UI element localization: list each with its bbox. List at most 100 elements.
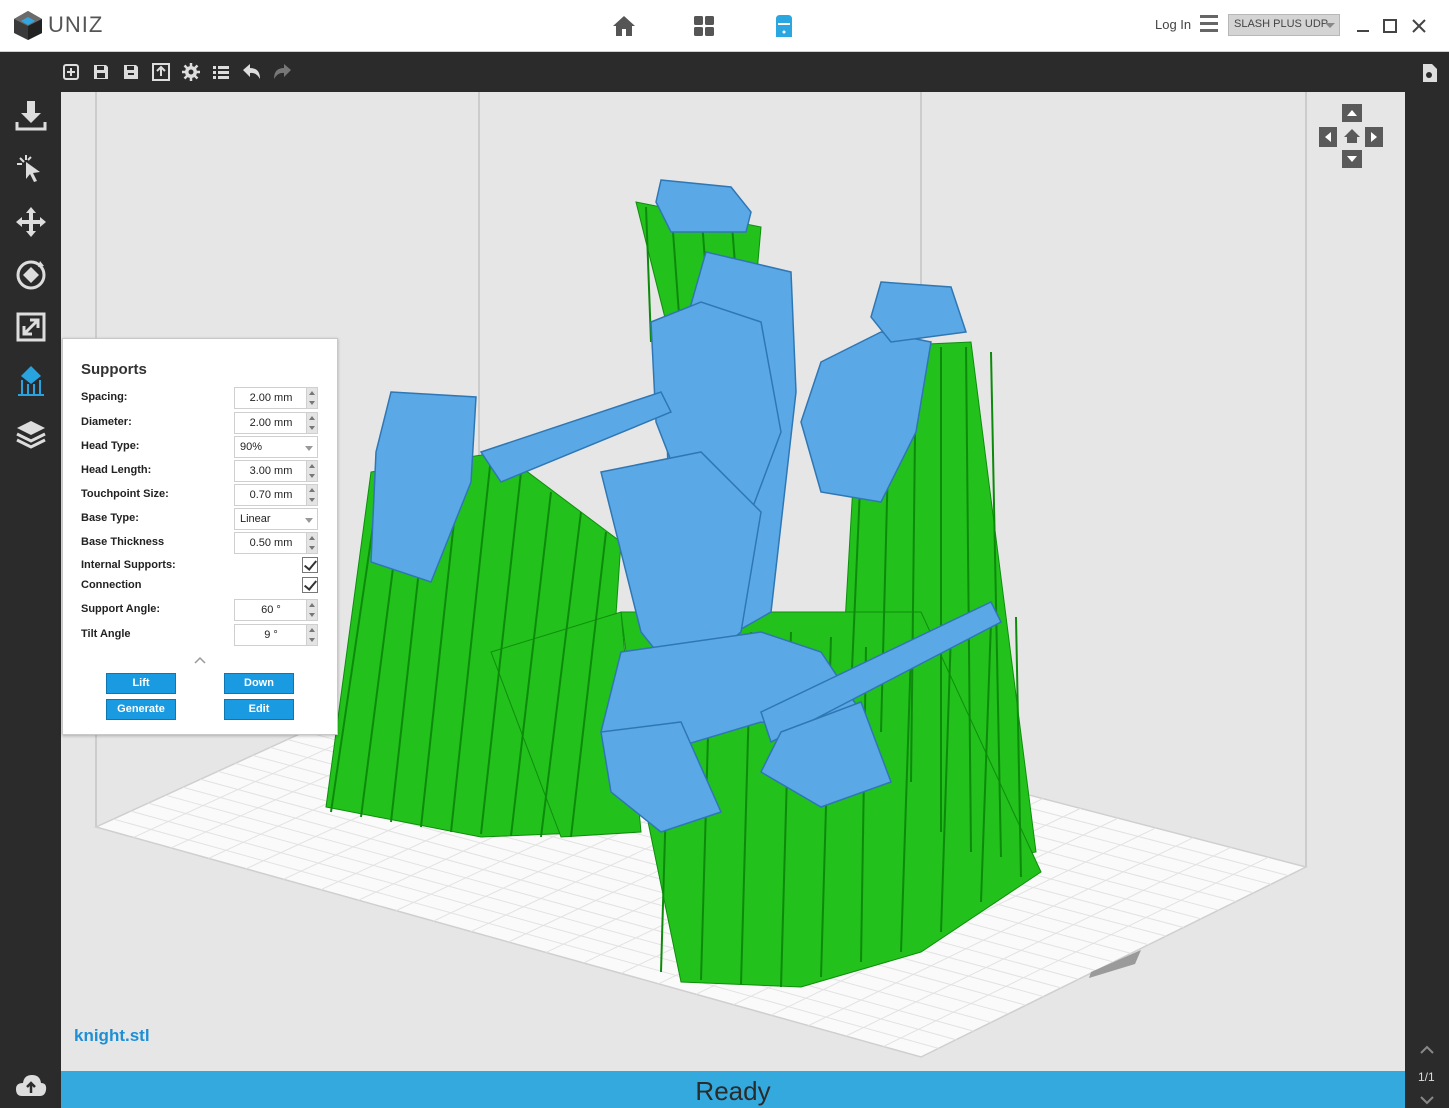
diameter-value[interactable]: 2.00 mm <box>235 417 307 429</box>
home-icon[interactable] <box>610 12 638 40</box>
internal-supports-row: Internal Supports: <box>81 557 321 579</box>
model-filename: knight.stl <box>74 1026 150 1045</box>
close-icon[interactable] <box>1411 18 1427 34</box>
diameter-increment[interactable] <box>306 413 317 423</box>
base-thickness-increment[interactable] <box>306 533 317 543</box>
scale-icon[interactable] <box>14 310 48 344</box>
support-angle-decrement[interactable] <box>306 610 317 620</box>
printer-device-icon[interactable] <box>770 12 798 40</box>
base-type-value: Linear <box>240 513 271 525</box>
view-home-icon[interactable] <box>1342 127 1362 145</box>
base-thickness-value[interactable]: 0.50 mm <box>235 537 307 549</box>
tilt-angle-increment[interactable] <box>306 625 317 635</box>
diameter-stepper[interactable]: 2.00 mm <box>234 412 318 434</box>
chevron-down-icon <box>305 446 313 451</box>
head-length-decrement[interactable] <box>306 471 317 481</box>
view-down-icon[interactable] <box>1342 150 1362 168</box>
diameter-decrement[interactable] <box>306 423 317 433</box>
file-toolbar <box>0 52 1449 92</box>
scroll-up-icon[interactable] <box>1419 1042 1435 1060</box>
printer-select-value: SLASH PLUS UDP <box>1234 18 1329 30</box>
status-bar: Ready <box>61 1071 1405 1108</box>
move-arrows-icon[interactable] <box>14 205 48 239</box>
export-icon[interactable] <box>151 62 171 82</box>
lift-button[interactable]: Lift <box>106 673 176 694</box>
panel-title: Supports <box>81 361 147 378</box>
generate-button[interactable]: Generate <box>106 699 176 720</box>
base-thickness-stepper[interactable]: 0.50 mm <box>234 532 318 554</box>
touchpoint-decrement[interactable] <box>306 495 317 505</box>
head-length-stepper[interactable]: 3.00 mm <box>234 460 318 482</box>
login-link[interactable]: Log In <box>1155 17 1191 32</box>
chevron-down-icon <box>305 518 313 523</box>
undo-icon[interactable] <box>241 62 261 82</box>
down-button[interactable]: Down <box>224 673 294 694</box>
diameter-label: Diameter: <box>81 416 132 428</box>
touchpoint-stepper[interactable]: 0.70 mm <box>234 484 318 506</box>
connection-label: Connection <box>81 579 142 591</box>
head-length-value[interactable]: 3.00 mm <box>235 465 307 477</box>
support-angle-label: Support Angle: <box>81 603 161 615</box>
new-project-icon[interactable] <box>61 62 81 82</box>
tool-sidebar <box>0 92 61 1108</box>
save-icon[interactable] <box>91 62 111 82</box>
apps-grid-icon[interactable] <box>690 12 718 40</box>
spacing-stepper[interactable]: 2.00 mm <box>234 387 318 409</box>
head-type-label: Head Type: <box>81 440 140 452</box>
maximize-icon[interactable] <box>1382 18 1398 34</box>
view-right-icon[interactable] <box>1365 127 1383 147</box>
page-counter: 1/1 <box>1418 1070 1435 1084</box>
menu-icon[interactable] <box>1200 15 1218 33</box>
list-icon[interactable] <box>211 62 231 82</box>
connection-checkbox[interactable] <box>302 577 318 593</box>
connection-row: Connection <box>81 577 321 599</box>
support-angle-row: Support Angle: 60 ° <box>81 599 321 621</box>
cloud-upload-icon[interactable] <box>14 1070 48 1104</box>
layers-icon[interactable] <box>14 417 48 451</box>
app-logo: UNIZ <box>12 8 103 42</box>
head-length-row: Head Length: 3.00 mm <box>81 460 321 482</box>
spacing-decrement[interactable] <box>306 398 317 408</box>
view-up-icon[interactable] <box>1342 104 1362 122</box>
touchpoint-value[interactable]: 0.70 mm <box>235 489 307 501</box>
support-angle-increment[interactable] <box>306 600 317 610</box>
touchpoint-increment[interactable] <box>306 485 317 495</box>
right-strip <box>1405 92 1449 1108</box>
select-cursor-icon[interactable] <box>14 152 48 186</box>
view-navigator <box>1319 104 1385 170</box>
printer-select[interactable]: SLASH PLUS UDP <box>1228 14 1340 36</box>
rotate-icon[interactable] <box>14 258 48 292</box>
support-document-icon[interactable] <box>1420 62 1440 82</box>
support-angle-stepper[interactable]: 60 ° <box>234 599 318 621</box>
spacing-increment[interactable] <box>306 388 317 398</box>
touchpoint-label: Touchpoint Size: <box>81 488 169 500</box>
support-angle-value[interactable]: 60 ° <box>235 604 307 616</box>
title-bar: UNIZ Log In SLASH PLUS UDP <box>0 0 1449 52</box>
tilt-angle-value[interactable]: 9 ° <box>235 629 307 641</box>
save-as-icon[interactable] <box>121 62 141 82</box>
edit-button[interactable]: Edit <box>224 699 294 720</box>
diameter-row: Diameter: 2.00 mm <box>81 412 321 434</box>
internal-supports-checkbox[interactable] <box>302 557 318 573</box>
view-left-icon[interactable] <box>1319 127 1337 147</box>
base-type-label: Base Type: <box>81 512 139 524</box>
spacing-label: Spacing: <box>81 391 128 403</box>
spacing-value[interactable]: 2.00 mm <box>235 392 307 404</box>
base-thickness-row: Base Thickness 0.50 mm <box>81 532 321 554</box>
head-length-increment[interactable] <box>306 461 317 471</box>
redo-icon[interactable] <box>271 62 291 82</box>
settings-gear-icon[interactable] <box>181 62 201 82</box>
scroll-down-icon[interactable] <box>1419 1092 1435 1108</box>
minimize-icon[interactable] <box>1355 18 1371 34</box>
uniz-logo-icon <box>14 11 42 40</box>
tilt-angle-decrement[interactable] <box>306 635 317 645</box>
base-thickness-decrement[interactable] <box>306 543 317 553</box>
import-download-icon[interactable] <box>14 98 48 132</box>
tilt-angle-stepper[interactable]: 9 ° <box>234 624 318 646</box>
supports-tool-icon[interactable] <box>14 364 48 398</box>
head-type-select[interactable]: 90% <box>234 436 318 458</box>
chevron-up-icon[interactable] <box>194 653 206 665</box>
tilt-angle-row: Tilt Angle 9 ° <box>81 624 321 646</box>
tilt-angle-label: Tilt Angle <box>81 628 131 640</box>
base-type-select[interactable]: Linear <box>234 508 318 530</box>
